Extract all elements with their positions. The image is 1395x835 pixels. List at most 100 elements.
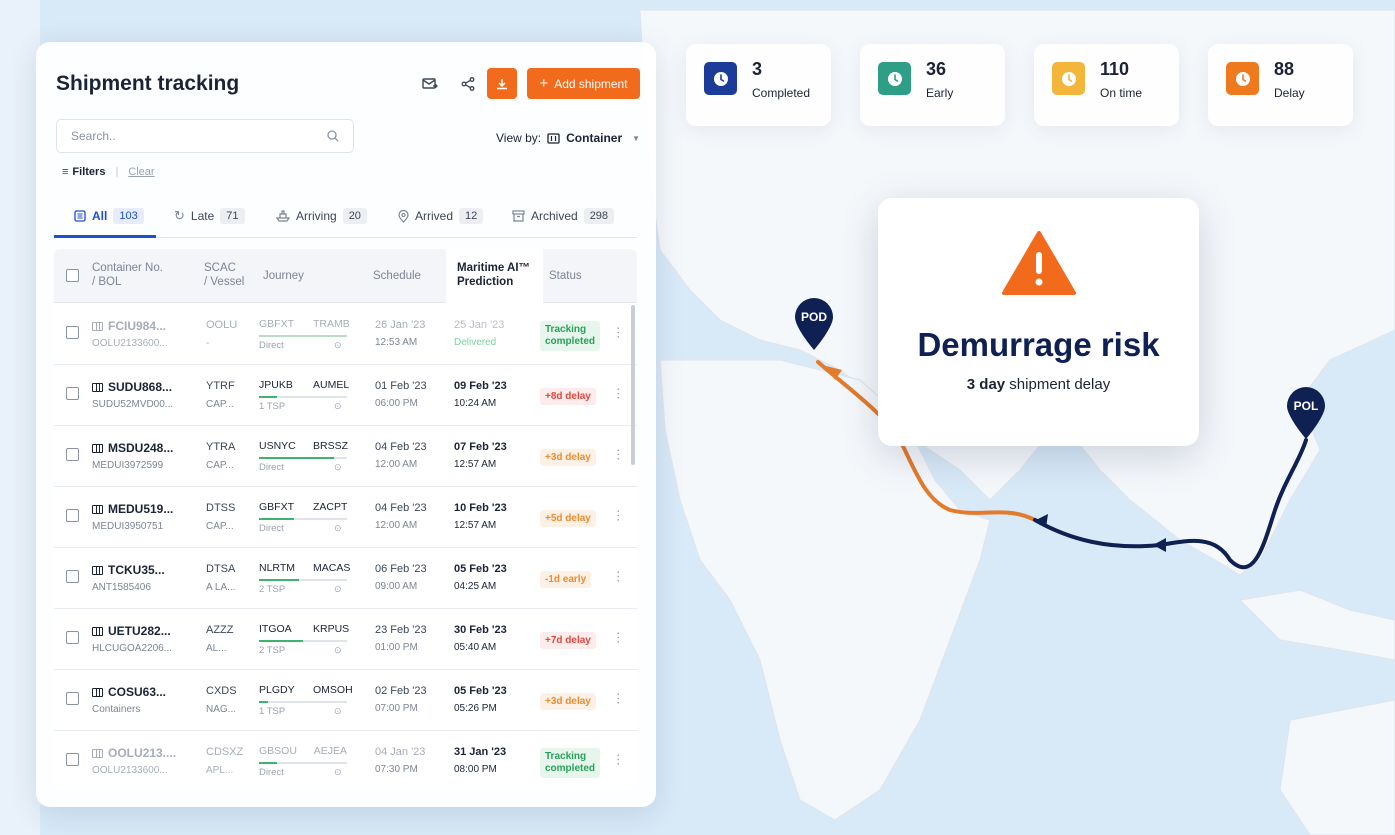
- stat-card-on-time[interactable]: 110 On time: [1034, 44, 1179, 126]
- add-shipment-button[interactable]: + Add shipment: [527, 68, 640, 99]
- tab-label: Late: [190, 209, 215, 223]
- row-menu-icon[interactable]: ⋯: [611, 509, 626, 522]
- container-number[interactable]: COSU63...: [92, 685, 166, 699]
- row-menu-icon[interactable]: ⋯: [611, 326, 626, 339]
- stat-card-completed[interactable]: 3 Completed: [686, 44, 831, 126]
- row-menu-icon[interactable]: ⋯: [611, 387, 626, 400]
- row-checkbox[interactable]: [66, 570, 79, 583]
- row-checkbox[interactable]: [66, 326, 79, 339]
- schedule-date: 01 Feb '23: [375, 380, 427, 392]
- table-row[interactable]: SUDU868... SUDU52MVD00... YTRF CAP... JP…: [54, 365, 637, 426]
- stat-label: Completed: [752, 86, 811, 100]
- tab-arrived[interactable]: Arrived 12: [398, 208, 484, 224]
- table-row[interactable]: OOLU213.... OOLU2133600... CDSXZ APL... …: [54, 731, 637, 789]
- col-prediction[interactable]: Maritime AI™ Prediction: [457, 261, 530, 289]
- tab-archived[interactable]: Archived 298: [512, 208, 615, 224]
- stat-card-delay[interactable]: 88 Delay: [1208, 44, 1353, 126]
- tab-label: Arriving: [296, 209, 337, 223]
- container-number[interactable]: MSDU248...: [92, 441, 173, 455]
- stat-value: 36: [926, 59, 947, 79]
- prediction-time: 04:25 AM: [454, 581, 497, 592]
- prediction-time: Delivered: [454, 337, 497, 348]
- journey-progress-bar: [259, 396, 347, 398]
- container-number[interactable]: SUDU868...: [92, 380, 172, 394]
- view-by-select[interactable]: View by: Container ▼: [496, 131, 640, 145]
- row-checkbox[interactable]: [66, 448, 79, 461]
- col-scac[interactable]: SCAC / Vessel: [204, 261, 244, 289]
- row-menu-icon[interactable]: ⋯: [611, 570, 626, 583]
- row-menu-icon[interactable]: ⋯: [611, 692, 626, 705]
- col-schedule[interactable]: Schedule: [373, 269, 421, 283]
- table-row[interactable]: UETU282... HLCUGOA2206... AZZZ AL... ITG…: [54, 609, 637, 670]
- journey-pin-icon: ⊙: [334, 767, 342, 777]
- table-row[interactable]: COSU63... Containers CXDS NAG... PLGDY O…: [54, 670, 637, 731]
- row-checkbox[interactable]: [66, 692, 79, 705]
- bol-number: SUDU52MVD00...: [92, 399, 174, 410]
- journey-origin: PLGDY: [259, 684, 295, 696]
- table-row[interactable]: MEDU519... MEDUI3950751 DTSS CAP... GBFX…: [54, 487, 637, 548]
- filters-button[interactable]: Filters: [72, 166, 105, 178]
- stat-card-early[interactable]: 36 Early: [860, 44, 1005, 126]
- row-menu-icon[interactable]: ⋯: [611, 753, 626, 766]
- col-container-line1: Container No.: [92, 262, 163, 274]
- row-menu-icon[interactable]: ⋯: [611, 631, 626, 644]
- container-number[interactable]: TCKU35...: [92, 563, 165, 577]
- col-container[interactable]: Container No. / BOL: [92, 261, 163, 289]
- prediction-date: 30 Feb '23: [454, 624, 507, 636]
- clock-icon: [704, 62, 737, 95]
- row-checkbox[interactable]: [66, 753, 79, 766]
- clock-icon: [878, 62, 911, 95]
- table-row[interactable]: MSDU248... MEDUI3972599 YTRA CAP... USNY…: [54, 426, 637, 487]
- vessel-name: NAG...: [206, 704, 237, 715]
- email-icon[interactable]: [417, 69, 443, 99]
- row-menu-icon[interactable]: ⋯: [611, 448, 626, 461]
- table-row[interactable]: FCIU984... OOLU2133600... OOLU - GBFXT T…: [54, 304, 637, 365]
- journey-mode: 1 TSP: [259, 401, 286, 412]
- journey-origin: GBSOU: [259, 745, 297, 757]
- journey-destination: BRSSZ: [313, 440, 349, 452]
- tab-late[interactable]: ↻ Late 71: [174, 208, 245, 224]
- tab-all[interactable]: All 103: [74, 208, 144, 224]
- col-status[interactable]: Status: [549, 269, 582, 283]
- row-checkbox[interactable]: [66, 387, 79, 400]
- search-input[interactable]: Search..: [56, 119, 354, 153]
- schedule-date: 04 Feb '23: [375, 502, 427, 514]
- view-by-value: Container: [566, 131, 623, 145]
- prediction-time: 10:24 AM: [454, 398, 497, 409]
- pol-pin-icon[interactable]: [1284, 385, 1328, 441]
- select-all-checkbox[interactable]: [66, 269, 79, 282]
- journey-pin-icon: ⊙: [334, 584, 342, 594]
- alert-subtitle: 3 day shipment delay: [878, 376, 1199, 393]
- journey-progress-fill: [259, 518, 295, 520]
- container-number[interactable]: MEDU519...: [92, 502, 173, 516]
- status-badge: Tracking completed: [540, 321, 601, 351]
- container-icon: [92, 627, 103, 636]
- bol-number: Containers: [92, 704, 141, 715]
- clear-link[interactable]: Clear: [128, 166, 154, 178]
- journey-mode: Direct: [259, 523, 284, 534]
- status-badge: Tracking completed: [540, 748, 601, 778]
- table-row[interactable]: TCKU35... ANT1585406 DTSA A LA... NLRTM …: [54, 548, 637, 609]
- row-checkbox[interactable]: [66, 509, 79, 522]
- container-number[interactable]: FCIU984...: [92, 319, 166, 333]
- container-icon: [92, 444, 103, 453]
- stat-label: Early: [926, 86, 954, 100]
- tab-arriving[interactable]: Arriving 20: [276, 208, 367, 224]
- container-number[interactable]: OOLU213....: [92, 746, 176, 760]
- bol-number: MEDUI3950751: [92, 521, 164, 532]
- journey-pin-icon: ⊙: [334, 706, 342, 716]
- schedule-date: 02 Feb '23: [375, 685, 427, 697]
- col-journey[interactable]: Journey: [263, 269, 304, 283]
- share-icon[interactable]: [455, 69, 481, 99]
- landmass-australia: [1279, 699, 1395, 835]
- download-button[interactable]: [487, 68, 517, 99]
- row-checkbox[interactable]: [66, 631, 79, 644]
- warning-icon: [1002, 231, 1076, 295]
- container-number[interactable]: UETU282...: [92, 624, 171, 638]
- table-scrollbar[interactable]: [631, 305, 635, 465]
- prediction-date: 05 Feb '23: [454, 685, 507, 697]
- pod-pin-icon[interactable]: [792, 296, 836, 352]
- prediction-time: 12:57 AM: [454, 520, 497, 531]
- journey-destination: OMSOH: [313, 684, 353, 696]
- col-prediction-line2: Prediction: [457, 276, 514, 288]
